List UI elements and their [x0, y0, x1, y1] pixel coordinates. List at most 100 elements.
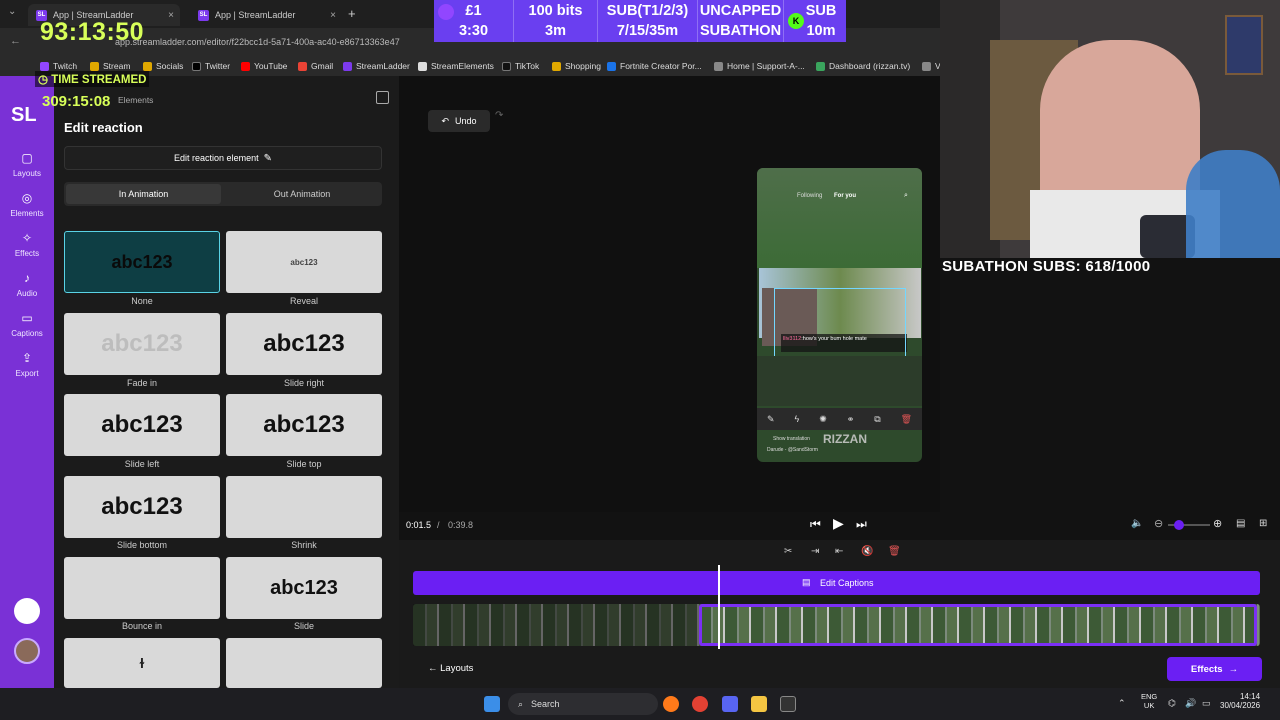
chat-bubble-icon[interactable] [14, 598, 40, 624]
edit-reaction-element-button[interactable]: Edit reaction element ✎ [64, 146, 382, 170]
goal-bottom: SUBATHON [699, 23, 782, 39]
bookmark-item[interactable]: Stream [90, 61, 130, 71]
tab-search-icon[interactable]: ⌄ [8, 6, 16, 17]
element-toolbar: ✎ ϟ ✺ ⚭ ⧉ 🗑 [757, 408, 922, 430]
animation-card-slide-left[interactable]: abc123 [64, 394, 220, 456]
tab-in-animation[interactable]: In Animation [66, 184, 221, 204]
zoom-in-icon[interactable]: ⊕ [1213, 517, 1222, 530]
taskbar-search[interactable]: ⌕ Search [508, 693, 658, 715]
close-tab-icon[interactable]: × [330, 10, 336, 21]
new-tab-button[interactable]: + [348, 6, 356, 21]
zoom-out-icon[interactable]: ⊖ [1154, 517, 1163, 530]
language-indicator[interactable]: ENG UK [1141, 692, 1157, 710]
rail-item-layouts[interactable]: ▢ Layouts [0, 151, 54, 178]
back-arrow-icon[interactable]: ← [10, 35, 21, 47]
bookmark-item[interactable]: Gmail [298, 61, 333, 71]
firefox-icon[interactable] [663, 696, 679, 712]
trim-end-icon[interactable]: ⇥ [811, 546, 819, 557]
animation-card-reveal[interactable]: abc123 [226, 231, 382, 293]
taskbar-clock[interactable]: 14:14 30/04/2026 [1220, 692, 1260, 710]
battery-icon[interactable]: ▭ [1202, 698, 1211, 709]
link-icon[interactable]: ⚭ [847, 414, 855, 425]
breadcrumb[interactable]: Elements [118, 95, 153, 105]
scissors-icon[interactable]: ✂ [784, 546, 792, 557]
undo-button[interactable]: ↶ Undo [428, 110, 490, 132]
bookmark-item[interactable]: Home | Support-A-... [714, 61, 805, 71]
effects-next-button[interactable]: Effects → [1167, 657, 1262, 681]
discord-icon[interactable] [722, 696, 738, 712]
card-sample-text: abc123 [101, 411, 183, 438]
speaker-icon[interactable]: 🔊 [1185, 698, 1196, 709]
animation-card-bounce-in[interactable] [64, 557, 220, 619]
lightning-icon[interactable]: ϟ [794, 414, 799, 424]
button-label: Edit reaction element [174, 153, 259, 163]
bookmark-item[interactable]: Fortnite Creator Por... [607, 61, 702, 71]
file-explorer-icon[interactable] [751, 696, 767, 712]
chevron-up-icon[interactable]: ⌃ [1118, 698, 1126, 709]
mute-icon[interactable]: 🔇 [861, 546, 873, 557]
animation-card[interactable]: ɫ [64, 638, 220, 688]
skip-back-icon[interactable]: ⏮ [810, 517, 821, 532]
clip-selection[interactable] [699, 604, 1257, 646]
sparkle-icon[interactable]: ✺ [819, 414, 827, 425]
animation-card-slide-top[interactable]: abc123 [226, 394, 382, 456]
trim-start-icon[interactable]: ⇤ [835, 546, 843, 557]
chrome-icon[interactable] [692, 696, 708, 712]
skip-forward-icon[interactable]: ⏭ [856, 517, 867, 532]
bookmark-item[interactable]: Twitter [192, 61, 230, 71]
animation-card-none[interactable]: abc123 [64, 231, 220, 293]
collapse-panel-icon[interactable] [376, 91, 389, 104]
bookmark-item[interactable]: YouTube [241, 61, 287, 71]
bookmark-label: StreamElements [431, 61, 494, 71]
animation-card[interactable] [226, 638, 382, 688]
url-field[interactable]: app.streamladder.com/editor/f22bcc1d-5a7… [115, 37, 400, 47]
rail-item-elements[interactable]: ◎ Elements [0, 191, 54, 218]
delete-icon[interactable]: 🗑 [901, 414, 912, 425]
bookmark-item[interactable]: TikTok [502, 61, 539, 71]
redo-icon[interactable]: ↷ [495, 110, 503, 121]
pencil-icon[interactable]: ✎ [767, 414, 775, 425]
play-icon[interactable]: ▶ [833, 515, 844, 532]
animation-card-slide-bottom[interactable]: abc123 [64, 476, 220, 538]
fullscreen-icon[interactable]: ⊞ [1259, 518, 1267, 529]
lang-bottom: UK [1143, 701, 1155, 710]
bookmark-item[interactable]: Socials [143, 61, 183, 71]
bookmark-item[interactable]: Twitch [40, 61, 77, 71]
streamladder-favicon-icon: SL [198, 9, 209, 21]
bookmark-item[interactable]: Dashboard (rizzan.tv) [816, 61, 910, 71]
delete-icon[interactable]: 🗑 [888, 546, 901, 557]
bookmark-label: Home | Support-A-... [727, 61, 805, 71]
animation-card-fade-in[interactable]: abc123 [64, 313, 220, 375]
animation-label: Slide left [124, 459, 160, 469]
network-icon[interactable]: ⌬ [1168, 698, 1176, 709]
windows-start-icon[interactable] [484, 696, 500, 712]
bookmark-item[interactable]: StreamElements [418, 61, 494, 71]
undo-label: Undo [455, 116, 477, 126]
phone-preview[interactable]: Following For you ⌕ lliv3112:how's your … [757, 168, 922, 462]
animation-card-slide[interactable]: abc123 [226, 557, 382, 619]
animation-card-slide-right[interactable]: abc123 [226, 313, 382, 375]
avatar[interactable] [14, 638, 40, 664]
rail-item-audio[interactable]: ♪ Audio [0, 271, 54, 298]
bookmark-item[interactable]: StreamLadder [343, 61, 410, 71]
close-tab-icon[interactable]: × [168, 10, 174, 21]
tab-out-animation[interactable]: Out Animation [224, 182, 380, 206]
browser-tab[interactable]: SL App | StreamLadder × [190, 4, 342, 26]
volume-icon[interactable]: 🔈 [1131, 518, 1143, 529]
playhead[interactable] [718, 565, 720, 649]
card-sample-text: abc123 [290, 257, 318, 267]
zoom-slider-handle[interactable] [1174, 520, 1184, 530]
layouts-back-button[interactable]: ← Layouts [428, 663, 473, 674]
duplicate-icon[interactable]: ⧉ [874, 414, 880, 425]
rail-item-effects[interactable]: ✧ Effects [0, 231, 54, 258]
layout-toggle-icon[interactable]: ▤ [1236, 518, 1245, 529]
folder-icon [143, 61, 152, 71]
animation-card-shrink[interactable] [226, 476, 382, 538]
tiktok-icon [502, 61, 511, 71]
bookmark-item[interactable]: Shopping [552, 61, 601, 71]
cam-plush [1186, 150, 1280, 258]
gmail-icon [298, 61, 307, 71]
epic-games-icon[interactable] [780, 696, 796, 712]
rail-item-captions[interactable]: ▭ Captions [0, 311, 54, 338]
rail-item-export[interactable]: ⇪ Export [0, 351, 54, 378]
